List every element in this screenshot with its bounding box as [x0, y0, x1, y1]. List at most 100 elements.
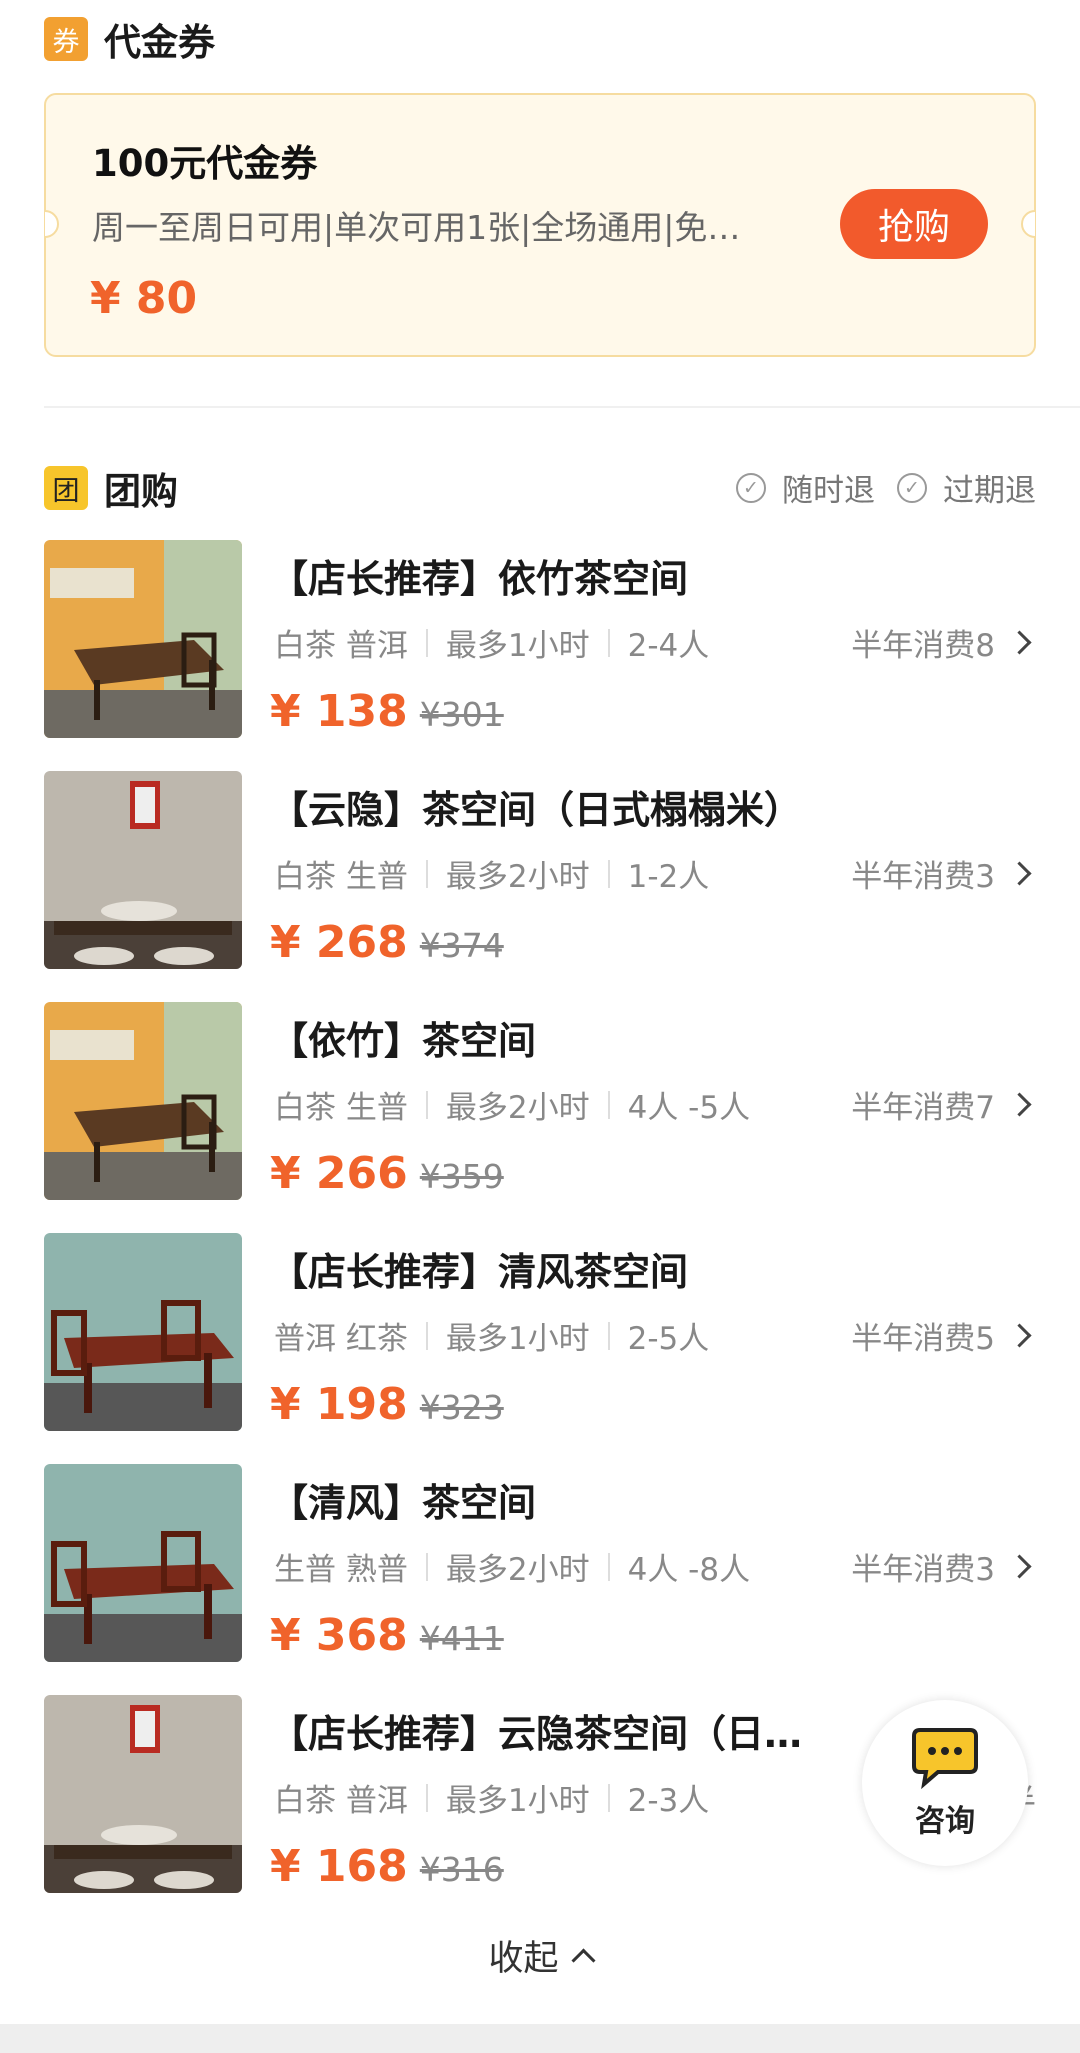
voucher-notch-right [1021, 210, 1035, 238]
buy-button[interactable]: 抢购 [840, 189, 988, 259]
deal-title: 【依竹】茶空间 [270, 1019, 537, 1063]
deal-duration: 最多1小时 [445, 1783, 590, 1819]
collapse-label: 收起 [488, 1939, 559, 1979]
deal-sales: 半年消费5 [851, 1313, 1036, 1358]
deal-people: 4人 -8人 [627, 1552, 751, 1588]
voucher-notch-left [45, 210, 59, 238]
deal-list: 【店长推荐】依竹茶空间 白茶 普洱 最多1小时 2-4人 半年消费8 ¥ 138 ¥301 … [44, 540, 1036, 1926]
deal-sales-text: 半年消费8 [851, 628, 995, 664]
deal-tea-types: 普洱 红茶 [274, 1321, 408, 1357]
chevron-right-icon [1007, 1092, 1032, 1117]
deal-thumbnail[interactable] [44, 1233, 242, 1431]
chat-bubble-icon [912, 1728, 978, 1790]
deal-item[interactable]: 【云隐】茶空间（日式榻榻米） 白茶 生普 最多2小时 1-2人 半年消费3 ¥ 268 ¥3… [44, 771, 1036, 1002]
voucher-description: 周一至周日可用|单次可用1张|全场通用|免… [92, 208, 741, 247]
deal-people: 4人 -5人 [627, 1090, 751, 1126]
price-original: ¥374 [419, 926, 504, 965]
group-tag-icon: 团 [44, 466, 88, 510]
deal-duration: 最多2小时 [445, 1090, 590, 1126]
deal-tea-types: 白茶 普洱 [274, 628, 408, 664]
refund-policies: ✓ 随时退 ✓ 过期退 [736, 465, 1036, 510]
deal-price: ¥ 368 ¥411 [270, 1610, 504, 1661]
policy-anytime-refund: ✓ 随时退 [736, 465, 875, 510]
voucher-card[interactable]: 100元代金券 周一至周日可用|单次可用1张|全场通用|免… ¥ 80 抢购 [44, 93, 1036, 357]
deal-duration: 最多2小时 [445, 1552, 590, 1588]
meta-separator [425, 859, 428, 888]
bottom-bar [0, 2024, 1080, 2053]
price-current: ¥ 368 [270, 1610, 408, 1661]
deal-sales: 半年消费3 [851, 1544, 1036, 1589]
price-original: ¥301 [419, 695, 504, 734]
deal-price: ¥ 268 ¥374 [270, 917, 504, 968]
chevron-right-icon [1007, 630, 1032, 655]
deal-duration: 最多1小时 [445, 628, 590, 664]
price-current: ¥ 198 [270, 1379, 408, 1430]
deal-sales-text: 半年消费7 [851, 1090, 995, 1126]
deal-meta: 白茶 普洱 最多1小时 2-4人 [274, 620, 709, 665]
deal-thumbnail[interactable] [44, 540, 242, 738]
deal-tea-types: 生普 熟普 [274, 1552, 408, 1588]
group-section-header: 团 团购 [44, 461, 178, 515]
deal-item[interactable]: 【店长推荐】依竹茶空间 白茶 普洱 最多1小时 2-4人 半年消费8 ¥ 138 ¥301 [44, 540, 1036, 771]
deal-price: ¥ 266 ¥359 [270, 1148, 504, 1199]
deal-meta: 生普 熟普 最多2小时 4人 -8人 [274, 1544, 750, 1589]
meta-separator [425, 1783, 428, 1812]
chevron-right-icon [1007, 1554, 1032, 1579]
chevron-right-icon [1007, 1323, 1032, 1348]
deal-meta: 白茶 生普 最多2小时 1-2人 [274, 851, 709, 896]
deal-sales: 半年消费8 [851, 620, 1036, 665]
deal-item[interactable]: 【清风】茶空间 生普 熟普 最多2小时 4人 -8人 半年消费3 ¥ 368 ¥411 [44, 1464, 1036, 1695]
deal-title: 【店长推荐】云隐茶空间（日… [270, 1712, 803, 1756]
voucher-price: ¥ 80 [90, 273, 198, 324]
price-current: ¥ 138 [270, 686, 408, 737]
check-circle-icon: ✓ [736, 472, 766, 503]
deal-title: 【店长推荐】清风茶空间 [270, 1250, 689, 1294]
price-original: ¥359 [419, 1157, 504, 1196]
deal-tea-types: 白茶 生普 [274, 859, 408, 895]
chevron-right-icon [1007, 861, 1032, 886]
consult-button[interactable]: 咨询 [862, 1700, 1028, 1866]
deal-duration: 最多1小时 [445, 1321, 590, 1357]
deal-item[interactable]: 【店长推荐】清风茶空间普洱 红茶 最多1小时 2-5人 半年消费5 ¥ 198 ¥323 [44, 1233, 1036, 1464]
deal-price: ¥ 168 ¥316 [270, 1841, 504, 1892]
deal-price: ¥ 138 ¥301 [270, 686, 504, 737]
deal-thumbnail[interactable] [44, 1464, 242, 1662]
voucher-section-header: 券 代金券 [44, 12, 215, 66]
policy-label: 过期退 [943, 473, 1036, 509]
deal-meta: 白茶 普洱 最多1小时 2-3人 [274, 1775, 709, 1820]
policy-label: 随时退 [782, 473, 875, 509]
deal-people: 2-3人 [627, 1783, 710, 1819]
deal-thumbnail[interactable] [44, 1695, 242, 1893]
price-original: ¥411 [419, 1619, 504, 1658]
meta-separator [425, 628, 428, 657]
group-section-title: 团购 [104, 470, 178, 513]
price-original: ¥316 [419, 1850, 504, 1889]
meta-separator [425, 1321, 428, 1350]
deal-people: 2-5人 [627, 1321, 710, 1357]
check-circle-icon: ✓ [897, 472, 927, 503]
deal-thumbnail[interactable] [44, 771, 242, 969]
meta-separator [425, 1552, 428, 1581]
meta-separator [607, 1321, 610, 1350]
deal-price: ¥ 198 ¥323 [270, 1379, 504, 1430]
chevron-up-icon [570, 1948, 596, 1973]
consult-label: 咨询 [915, 1804, 975, 1839]
deal-item[interactable]: 【依竹】茶空间 白茶 生普 最多2小时 4人 -5人 半年消费7 ¥ 266 ¥359 [44, 1002, 1036, 1233]
price-original: ¥323 [419, 1388, 504, 1427]
deal-duration: 最多2小时 [445, 859, 590, 895]
meta-separator [607, 1552, 610, 1581]
policy-expiry-refund: ✓ 过期退 [897, 465, 1036, 510]
deal-sales-text: 半年消费5 [851, 1321, 995, 1357]
deal-sales: 半年消费7 [851, 1082, 1036, 1127]
voucher-section-title: 代金券 [104, 21, 215, 64]
meta-separator [607, 1090, 610, 1119]
deal-people: 2-4人 [627, 628, 710, 664]
voucher-tag-icon: 券 [44, 17, 88, 61]
deal-tea-types: 白茶 普洱 [274, 1783, 408, 1819]
deal-thumbnail[interactable] [44, 1002, 242, 1200]
collapse-button[interactable]: 收起 [0, 1930, 1080, 1981]
deal-sales-text: 半年消费3 [851, 859, 995, 895]
voucher-title: 100元代金券 [92, 142, 318, 185]
deal-people: 1-2人 [627, 859, 710, 895]
section-divider [44, 406, 1080, 408]
